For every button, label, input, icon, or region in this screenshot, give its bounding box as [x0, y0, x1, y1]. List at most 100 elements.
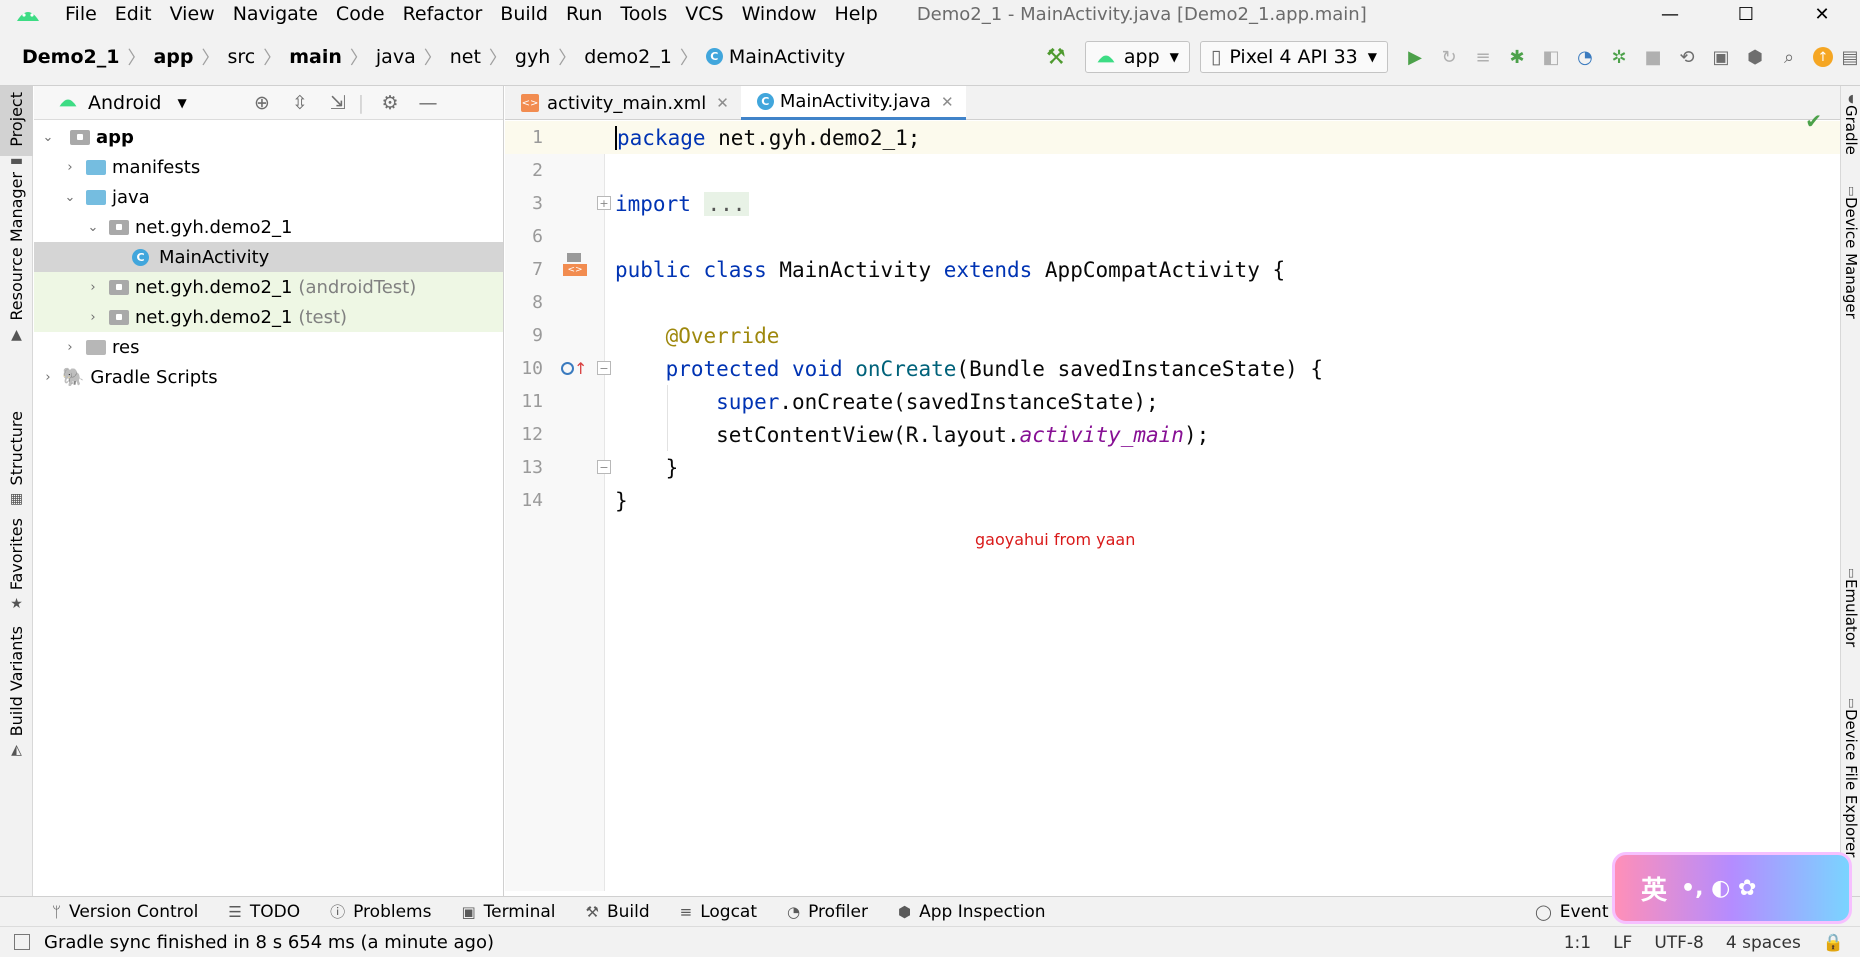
project-view-mode[interactable]: Android	[88, 92, 161, 114]
locate-file-icon[interactable]: ⊕	[242, 86, 282, 120]
run-configuration-select[interactable]: app ▼	[1084, 41, 1190, 73]
debug-icon[interactable]: ✱	[1500, 40, 1534, 74]
apply-code-changes-icon[interactable]: ≡	[1466, 40, 1500, 74]
layout-related-icon[interactable]: <>	[563, 253, 587, 276]
hide-panel-icon[interactable]: —	[408, 86, 448, 120]
tool-app-inspection[interactable]: ⬢ App Inspection	[898, 902, 1046, 922]
tree-item-package-androidtest[interactable]: › net.gyh.demo2_1 (androidTest)	[34, 272, 503, 302]
close-icon[interactable]: ✕	[716, 94, 729, 112]
line-separator[interactable]: LF	[1613, 933, 1632, 953]
chevron-down-icon[interactable]: ▼	[177, 96, 186, 110]
breadcrumb-mainactivity[interactable]: C MainActivity	[705, 46, 845, 68]
chevron-right-icon[interactable]: ›	[85, 310, 101, 325]
breadcrumb-project[interactable]: Demo2_1	[22, 46, 119, 68]
tool-tab-project[interactable]: Project ▬	[0, 86, 33, 169]
sdk-manager-icon[interactable]: ⬢	[1738, 40, 1772, 74]
tool-terminal[interactable]: ▣ Terminal	[461, 902, 555, 922]
tree-item-package-main[interactable]: ⌄ net.gyh.demo2_1	[34, 212, 503, 242]
tool-tab-device-file-explorer[interactable]: ▯ Device File Explorer	[1841, 696, 1860, 857]
breadcrumb-app[interactable]: app	[153, 46, 193, 68]
search-icon[interactable]: ⌕	[1772, 40, 1806, 74]
menu-run[interactable]: Run	[557, 3, 611, 25]
tool-todo[interactable]: ☰ TODO	[228, 902, 300, 922]
tree-item-res[interactable]: › res	[34, 332, 503, 362]
tool-tab-gradle[interactable]: ◖ Gradle	[1841, 92, 1860, 155]
menu-edit[interactable]: Edit	[106, 3, 161, 25]
chevron-right-icon[interactable]: ›	[85, 280, 101, 295]
profile-icon[interactable]: ◔	[1568, 40, 1602, 74]
folded-imports[interactable]: ...	[703, 191, 750, 216]
chevron-right-icon[interactable]: ›	[62, 340, 78, 355]
tool-logcat[interactable]: ≡ Logcat	[680, 902, 757, 922]
tree-item-gradle-scripts[interactable]: › 🐘 Gradle Scripts	[34, 362, 503, 392]
minimize-button[interactable]: —	[1632, 0, 1708, 28]
update-icon[interactable]: ↑	[1806, 40, 1840, 74]
lock-icon[interactable]: 🔒	[1823, 933, 1844, 953]
make-project-hammer-icon[interactable]: ⚒	[1043, 45, 1069, 70]
tool-problems[interactable]: ⓘ Problems	[330, 901, 431, 922]
menu-file[interactable]: File	[56, 3, 106, 25]
maximize-button[interactable]: ☐	[1708, 0, 1784, 28]
breadcrumb-java[interactable]: java	[376, 46, 416, 68]
breadcrumb-net[interactable]: net	[450, 46, 481, 68]
device-manager-icon[interactable]: ▣	[1704, 40, 1738, 74]
override-method-icon[interactable]: ↑	[561, 359, 587, 378]
no-problems-check-icon[interactable]: ✔	[1805, 109, 1822, 133]
tree-item-java[interactable]: ⌄ java	[34, 182, 503, 212]
tool-build[interactable]: ⚒ Build	[586, 902, 650, 922]
tool-tab-emulator[interactable]: ▯ Emulator	[1841, 566, 1860, 647]
tab-mainactivity-java[interactable]: C MainActivity.java ✕	[740, 86, 966, 120]
tool-tab-resource-manager[interactable]: Resource Manager ▲	[0, 172, 33, 343]
breadcrumb-demo2-1[interactable]: demo2_1	[584, 46, 672, 68]
tool-tab-device-manager[interactable]: ▯ Device Manager	[1841, 184, 1860, 319]
close-icon[interactable]: ✕	[941, 93, 954, 111]
menu-build[interactable]: Build	[491, 3, 557, 25]
collapse-fold-icon[interactable]: −	[597, 361, 611, 375]
menu-view[interactable]: View	[161, 3, 224, 25]
menu-navigate[interactable]: Navigate	[224, 3, 327, 25]
stop-icon[interactable]: ■	[1636, 40, 1670, 74]
menu-tools[interactable]: Tools	[611, 3, 676, 25]
gear-icon[interactable]: ⚙	[370, 86, 410, 120]
tab-activity-main-xml[interactable]: <> activity_main.xml ✕	[505, 86, 741, 120]
attach-debugger-icon[interactable]: ◧	[1534, 40, 1568, 74]
breadcrumb-main[interactable]: main	[289, 46, 342, 68]
chevron-down-icon[interactable]: ⌄	[62, 190, 78, 205]
indent-setting[interactable]: 4 spaces	[1726, 933, 1801, 953]
tool-tab-structure[interactable]: Structure ▦	[0, 411, 33, 507]
close-window-button[interactable]: ✕	[1784, 0, 1860, 28]
chevron-right-icon[interactable]: ›	[62, 160, 78, 175]
ime-toolbar[interactable]: 英 •, ◐ ✿	[1612, 852, 1852, 924]
collapse-all-icon[interactable]: ⇲	[318, 86, 358, 120]
menu-vcs[interactable]: VCS	[676, 3, 732, 25]
tool-tab-build-variants[interactable]: Build Variants ◭	[0, 626, 33, 758]
caret-position[interactable]: 1:1	[1564, 933, 1591, 953]
device-select[interactable]: ▯ Pixel 4 API 33 ▼	[1199, 41, 1388, 73]
chevron-down-icon[interactable]: ⌄	[85, 220, 101, 235]
menu-refactor[interactable]: Refactor	[394, 3, 492, 25]
sync-gradle-icon[interactable]: ⟲	[1670, 40, 1704, 74]
menu-window[interactable]: Window	[733, 3, 826, 25]
tool-tab-favorites[interactable]: Favorites ★	[0, 518, 33, 612]
expand-fold-icon[interactable]: +	[597, 196, 611, 210]
tree-item-mainactivity[interactable]: C MainActivity	[34, 242, 503, 272]
tree-item-app[interactable]: ⌄ app	[34, 122, 503, 152]
toggle-tool-windows-icon[interactable]	[14, 934, 30, 950]
menu-help[interactable]: Help	[825, 3, 886, 25]
status-message[interactable]: Gradle sync finished in 8 s 654 ms (a mi…	[44, 932, 494, 953]
tool-version-control[interactable]: ᛘ Version Control	[52, 902, 198, 922]
account-icon[interactable]: ▤	[1840, 40, 1860, 74]
file-encoding[interactable]: UTF-8	[1654, 933, 1704, 953]
debug-attach-icon[interactable]: ✲	[1602, 40, 1636, 74]
run-icon[interactable]: ▶	[1398, 40, 1432, 74]
menu-code[interactable]: Code	[327, 3, 394, 25]
collapse-fold-end-icon[interactable]: −	[597, 460, 611, 474]
chevron-down-icon[interactable]: ⌄	[40, 130, 56, 145]
tree-item-manifests[interactable]: › manifests	[34, 152, 503, 182]
apply-changes-restart-icon[interactable]: ↻	[1432, 40, 1466, 74]
expand-all-icon[interactable]: ⇳	[280, 86, 320, 120]
tree-item-package-test[interactable]: › net.gyh.demo2_1 (test)	[34, 302, 503, 332]
tool-profiler[interactable]: ◔ Profiler	[787, 902, 868, 922]
breadcrumb-gyh[interactable]: gyh	[515, 46, 550, 68]
chevron-right-icon[interactable]: ›	[40, 370, 56, 385]
